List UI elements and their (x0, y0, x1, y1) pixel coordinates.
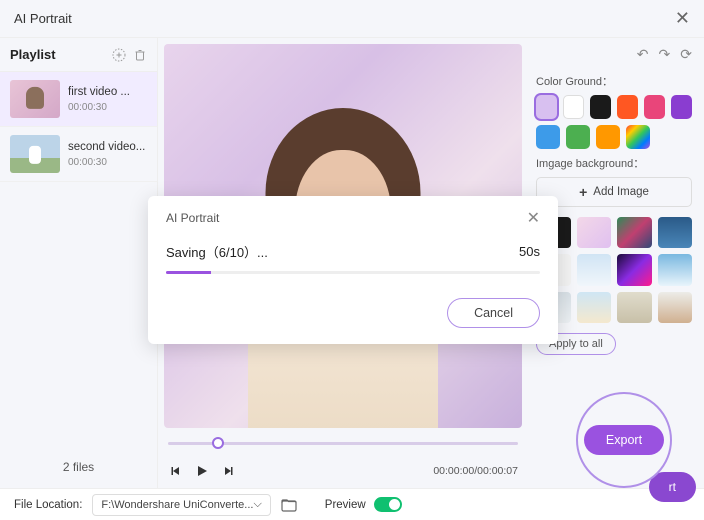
background-thumb[interactable] (617, 292, 652, 323)
plus-icon: + (579, 184, 587, 200)
item-title: first video ... (68, 86, 130, 98)
modal-title: AI Portrait (166, 211, 527, 225)
undo-icon[interactable]: ↶ (637, 46, 649, 63)
app-title: AI Portrait (14, 11, 675, 26)
background-thumb[interactable] (577, 292, 612, 323)
add-image-label: Add Image (593, 186, 649, 198)
export-button-partial[interactable]: rt (649, 472, 696, 502)
saving-status: Saving（6/10）... (166, 242, 519, 261)
play-button[interactable] (194, 463, 210, 479)
app-header: AI Portrait ✕ (0, 0, 704, 38)
prev-frame-button[interactable] (168, 463, 184, 479)
playlist-item[interactable]: second video... 00:00:30 (0, 127, 157, 182)
color-swatch[interactable] (671, 95, 692, 119)
timeline-slider[interactable] (168, 434, 518, 454)
preview-label: Preview (325, 499, 366, 511)
background-thumb[interactable] (658, 217, 693, 248)
cancel-button[interactable]: Cancel (447, 298, 540, 328)
color-swatch[interactable] (644, 95, 665, 119)
file-location-label: File Location: (14, 499, 82, 511)
color-swatch[interactable] (536, 95, 557, 119)
background-thumb[interactable] (658, 292, 693, 323)
playlist-item[interactable]: first video ... 00:00:30 (0, 72, 157, 127)
item-title: second video... (68, 141, 145, 153)
progress-bar (166, 271, 540, 274)
background-thumb[interactable] (577, 217, 612, 248)
saving-modal: AI Portrait ✕ Saving（6/10）... 50s Cancel (148, 196, 558, 344)
file-count: 2 files (0, 450, 157, 488)
modal-close-icon[interactable]: ✕ (527, 208, 540, 228)
color-ground-label: Color Ground： (536, 73, 692, 89)
add-playlist-icon[interactable] (111, 47, 127, 63)
color-swatch[interactable] (563, 95, 584, 119)
thumbnail (10, 80, 60, 118)
background-thumb[interactable] (617, 217, 652, 248)
item-duration: 00:00:30 (68, 102, 130, 113)
background-label: Imgage background： (536, 155, 692, 171)
item-duration: 00:00:30 (68, 157, 145, 168)
color-swatch[interactable] (566, 125, 590, 149)
chevron-down-icon: ⌵ (253, 498, 261, 511)
color-swatch[interactable] (617, 95, 638, 119)
open-folder-icon[interactable] (281, 498, 297, 512)
preview-toggle[interactable] (374, 497, 402, 512)
footer: File Location: F:\Wondershare UniConvert… (0, 488, 704, 520)
background-thumb[interactable] (658, 254, 693, 285)
redo-icon[interactable]: ↷ (659, 46, 671, 63)
close-icon[interactable]: ✕ (675, 8, 690, 29)
add-image-button[interactable]: + Add Image (536, 177, 692, 207)
thumbnail (10, 135, 60, 173)
playlist-title: Playlist (10, 47, 105, 62)
color-picker-swatch[interactable] (626, 125, 650, 149)
background-thumb[interactable] (617, 254, 652, 285)
color-swatch[interactable] (590, 95, 611, 119)
color-swatch[interactable] (596, 125, 620, 149)
background-thumb[interactable] (577, 254, 612, 285)
time-display: 00:00:00/00:00:07 (433, 465, 518, 477)
file-path-value: F:\Wondershare UniConverte... (101, 499, 253, 511)
next-frame-button[interactable] (220, 463, 236, 479)
file-path-select[interactable]: F:\Wondershare UniConverte... ⌵ (92, 494, 270, 516)
saving-time: 50s (519, 244, 540, 259)
export-button[interactable]: Export (584, 425, 664, 455)
color-swatch[interactable] (536, 125, 560, 149)
trash-icon[interactable] (133, 48, 147, 62)
reset-icon[interactable]: ⟳ (680, 46, 692, 63)
sidebar: Playlist first video ... 00:00:30 second… (0, 38, 158, 488)
